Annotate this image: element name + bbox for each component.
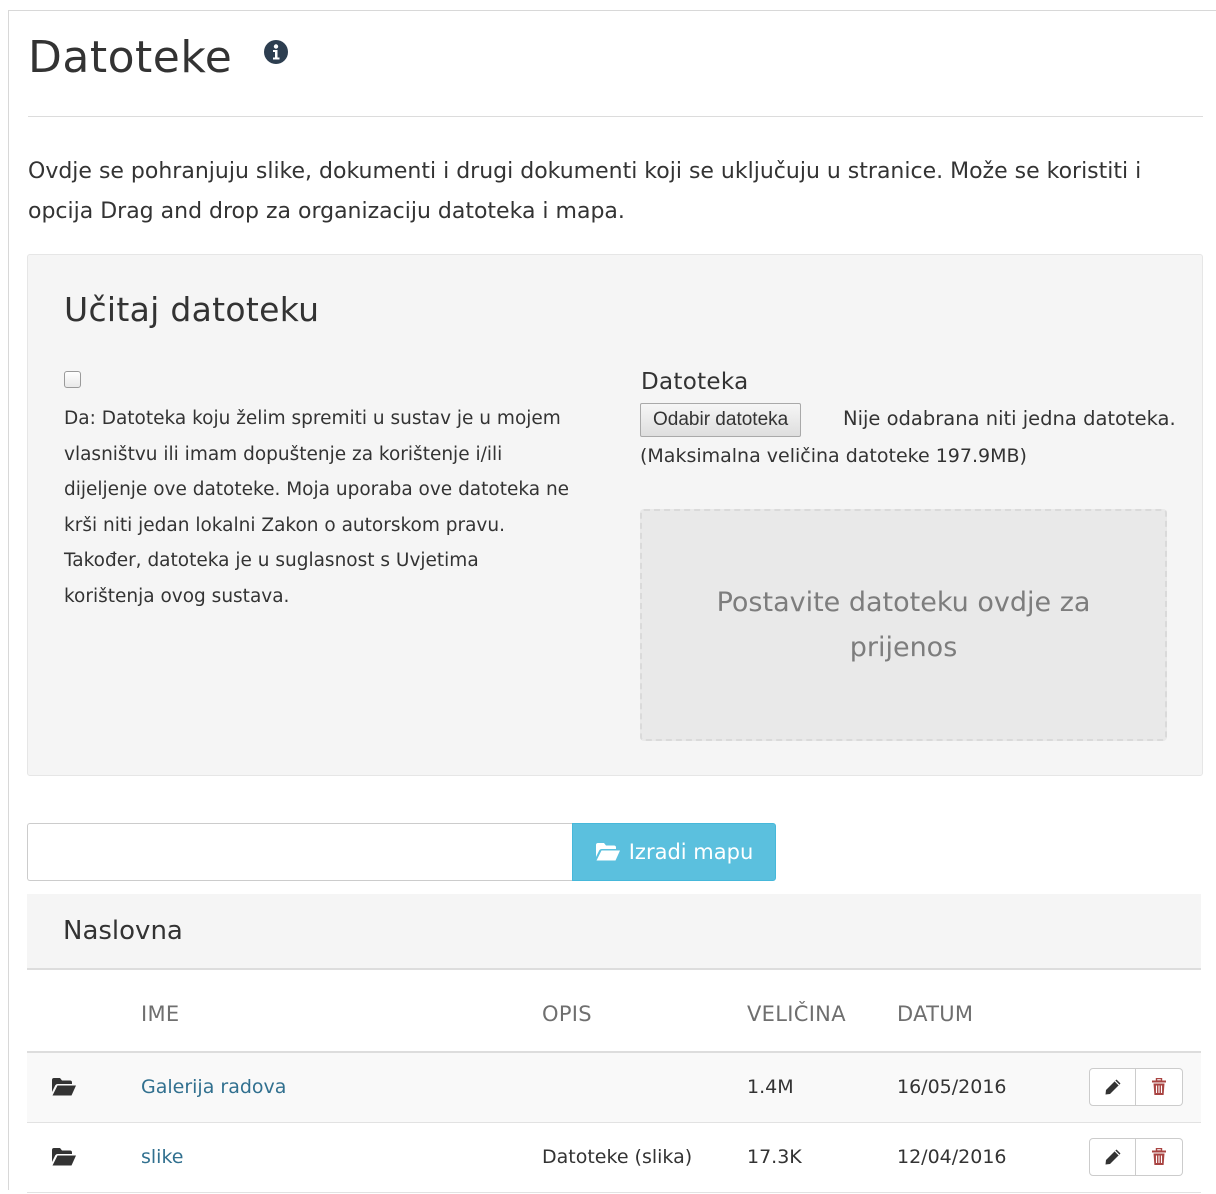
dropzone-text: Postavite datoteku ovdje za prijenos — [716, 587, 1091, 663]
header-date[interactable]: DATUM — [897, 970, 1089, 1053]
upload-title: Učitaj datoteku — [64, 290, 320, 329]
edit-button[interactable] — [1089, 1138, 1136, 1176]
file-name-link[interactable]: Galerija radova — [141, 1076, 286, 1098]
row-actions-cell — [1089, 1052, 1201, 1123]
create-folder-button[interactable]: Izradi mapu — [572, 823, 776, 881]
intro-text: Ovdje se pohranjuju slike, dokumenti i d… — [28, 159, 1142, 224]
file-dropzone[interactable]: Postavite datoteku ovdje za prijenos — [640, 509, 1167, 741]
row-description: Datoteke (slika) — [542, 1122, 747, 1193]
folder-icon — [52, 1148, 76, 1166]
consent-checkbox[interactable] — [64, 371, 81, 388]
row-actions-cell — [1089, 1122, 1201, 1193]
trash-icon — [1152, 1148, 1166, 1165]
consent-text: Da: Datoteka koju želim spremiti u susta… — [64, 408, 570, 607]
header-description[interactable]: OPIS — [542, 970, 747, 1053]
file-label: Datoteka — [641, 369, 749, 395]
header-size[interactable]: VELIČINA — [747, 970, 897, 1053]
choose-file-button[interactable]: Odabir datoteka — [640, 403, 802, 437]
folder-icon — [52, 1078, 76, 1096]
current-folder-title: Naslovna — [63, 916, 183, 946]
row-actions — [1089, 1138, 1201, 1176]
row-description — [542, 1052, 747, 1123]
table-header-row: IME OPIS VELIČINA DATUM — [27, 970, 1201, 1053]
folder-name-input[interactable] — [27, 823, 573, 881]
row-icon-cell — [27, 1052, 141, 1123]
header-icon-column — [27, 970, 141, 1053]
row-name-cell: Galerija radova — [141, 1052, 542, 1123]
create-folder-label: Izradi mapu — [628, 840, 754, 864]
row-size: 1.4M — [747, 1052, 897, 1123]
file-name-link[interactable]: slike — [141, 1146, 183, 1168]
delete-button[interactable] — [1136, 1068, 1183, 1107]
table-row[interactable]: Galerija radova 1.4M 16/05/2016 — [27, 1052, 1201, 1123]
pencil-icon — [1105, 1079, 1120, 1095]
info-circle-icon[interactable] — [263, 39, 289, 65]
delete-button[interactable] — [1136, 1138, 1183, 1176]
row-size: 17.3K — [747, 1122, 897, 1193]
row-name-cell: slike — [141, 1122, 542, 1193]
files-panel: Naslovna IME OPIS VELIČINA DATUM Galerij… — [27, 894, 1203, 1194]
page-title: Datoteke — [28, 32, 233, 83]
files-table: IME OPIS VELIČINA DATUM Galerija radova … — [27, 970, 1201, 1193]
header-name[interactable]: IME — [141, 970, 542, 1053]
upload-panel: Učitaj datoteku Da: Datoteka koju želim … — [27, 254, 1203, 776]
file-status: Nije odabrana niti jedna datoteka. — [843, 407, 1176, 430]
pencil-icon — [1105, 1149, 1120, 1165]
row-icon-cell — [27, 1122, 141, 1193]
row-date: 16/05/2016 — [897, 1052, 1089, 1123]
folder-open-icon — [595, 843, 620, 861]
row-date: 12/04/2016 — [897, 1122, 1089, 1193]
header-actions — [1089, 970, 1201, 1053]
table-row[interactable]: slike Datoteke (slika) 17.3K 12/04/2016 — [27, 1122, 1201, 1193]
edit-button[interactable] — [1089, 1068, 1136, 1107]
row-actions — [1089, 1068, 1201, 1107]
title-divider — [28, 116, 1203, 117]
trash-icon — [1152, 1078, 1166, 1096]
max-file-size: (Maksimalna veličina datoteke 197.9MB) — [640, 445, 1027, 467]
breadcrumb: Naslovna — [27, 894, 1201, 970]
